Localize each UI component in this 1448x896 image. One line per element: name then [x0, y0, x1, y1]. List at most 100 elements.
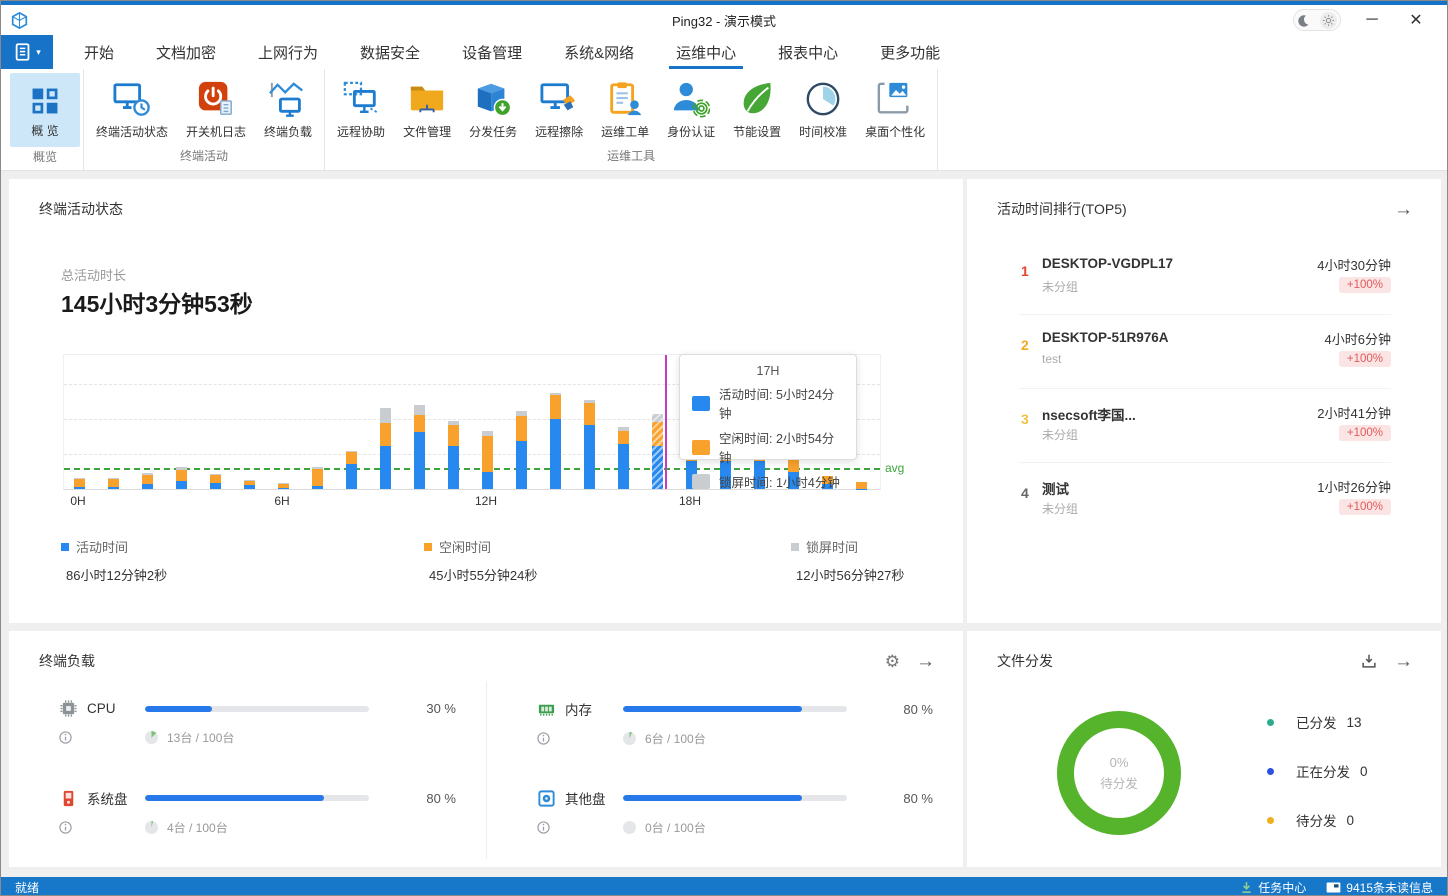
load-item-cpu: CPU30 %13台 / 100台: [9, 681, 486, 770]
ribbon-item-remote-wipe[interactable]: 远程擦除: [526, 73, 592, 144]
minimize-button[interactable]: ─: [1359, 11, 1385, 29]
rank-number: 2: [1021, 337, 1029, 353]
chart-bar-13H[interactable]: [516, 411, 527, 489]
chart-bar-2H[interactable]: [142, 473, 153, 489]
chart-bar-7H[interactable]: [312, 467, 323, 489]
ribbon-item-desktop-personalization[interactable]: 桌面个性化: [856, 73, 934, 144]
chart-bar-12H[interactable]: [482, 431, 493, 489]
dark-mode-icon[interactable]: [1297, 14, 1310, 27]
chart-bar-15H[interactable]: [584, 400, 595, 489]
task-center-button[interactable]: 任务中心: [1240, 879, 1306, 896]
ranking-row[interactable]: 4测试未分组1小时26分钟+100%: [1019, 463, 1391, 536]
statusbar: 就绪 任务中心 9415条未读信息: [1, 877, 1447, 896]
menu-tab-1[interactable]: 文档加密: [135, 35, 237, 69]
chart-bar-9H[interactable]: [380, 408, 391, 489]
terminal-load-icon: [269, 80, 307, 118]
load-mini-pie-icon: [623, 821, 636, 834]
info-icon[interactable]: [59, 821, 72, 834]
load-label: 内存: [565, 699, 623, 719]
ribbon-item-terminal-load[interactable]: 终端负载: [255, 73, 321, 144]
menu-tab-5[interactable]: 系统&网络: [543, 35, 655, 69]
ribbon-item-time-calibration[interactable]: 时间校准: [790, 73, 856, 144]
ribbon-item-identity-auth[interactable]: 身份认证: [658, 73, 724, 144]
light-mode-icon[interactable]: [1320, 12, 1337, 29]
chart-bar-14H[interactable]: [550, 393, 561, 489]
chart-bar-5H[interactable]: [244, 480, 255, 489]
info-icon[interactable]: [59, 731, 72, 744]
chart-bar-1H[interactable]: [108, 478, 119, 489]
chart-bar-3H[interactable]: [176, 467, 187, 489]
load-settings-gear-icon[interactable]: ⚙: [885, 653, 900, 670]
open-dispatch-arrow-icon[interactable]: →: [1394, 652, 1413, 671]
chart-bar-4H[interactable]: [210, 474, 221, 489]
menu-tab-8[interactable]: 更多功能: [859, 35, 961, 69]
dispatch-donut-chart: 0% 待分发: [1057, 711, 1181, 835]
chart-bar-8H[interactable]: [346, 451, 357, 489]
ribbon-item-remote-assist[interactable]: 远程协助: [328, 73, 394, 144]
ranking-row[interactable]: 2DESKTOP-51R976Atest4小时6分钟+100%: [1019, 315, 1391, 389]
close-button[interactable]: ✕: [1403, 10, 1429, 30]
chart-bar-0H[interactable]: [74, 478, 85, 489]
ranking-row[interactable]: 1DESKTOP-VGDPL17未分组4小时30分钟+100%: [1019, 241, 1391, 315]
menu-tab-6[interactable]: 运维中心: [655, 35, 757, 69]
load-percent: 30 %: [426, 701, 456, 716]
terminal-activity-icon: [113, 80, 151, 118]
info-icon[interactable]: [537, 821, 550, 834]
average-label: avg: [885, 461, 904, 475]
ribbon-item-overview-grid[interactable]: 概 览: [10, 73, 80, 147]
open-ranking-arrow-icon[interactable]: →: [1394, 200, 1413, 219]
delta-badge: +100%: [1339, 351, 1391, 367]
ribbon-item-file-manager[interactable]: 文件管理: [394, 73, 460, 144]
ribbon-item-terminal-activity[interactable]: 终端活动状态: [87, 73, 177, 144]
ribbon-item-energy-saving[interactable]: 节能设置: [724, 73, 790, 144]
chart-bar-16H[interactable]: [618, 427, 629, 489]
terminal-group: test: [1042, 352, 1061, 366]
menu-tabs: 开始文档加密上网行为数据安全设备管理系统&网络运维中心报表中心更多功能: [63, 35, 961, 69]
terminal-group: 未分组: [1042, 278, 1078, 295]
chart-bar-10H[interactable]: [414, 405, 425, 489]
menu-tab-0[interactable]: 开始: [63, 35, 135, 69]
unread-messages-button[interactable]: 9415条未读信息: [1326, 879, 1433, 896]
cpu-icon: [59, 699, 79, 718]
chart-bar-23H[interactable]: [856, 482, 867, 489]
legend-item-1: 空闲时间45小时55分钟24秒: [424, 537, 537, 584]
menu-tab-7[interactable]: 报表中心: [757, 35, 859, 69]
dispatch-download-icon[interactable]: [1360, 652, 1378, 670]
tooltip-row: 空闲时间: 2小时54分钟: [692, 428, 844, 466]
info-icon[interactable]: [537, 732, 550, 745]
ribbon-item-power-log[interactable]: 开关机日志: [177, 73, 255, 144]
theme-toggle[interactable]: [1293, 9, 1341, 31]
chart-bar-6H[interactable]: [278, 483, 289, 489]
legend-dot: [1267, 768, 1274, 775]
ribbon-item-dispatch-task[interactable]: 分发任务: [460, 73, 526, 144]
terminal-name: nsecsoft李国...: [1042, 404, 1136, 424]
ribbon-group-label: 运维工具: [328, 146, 934, 170]
chart-bar-17H[interactable]: [652, 414, 663, 489]
terminal-name: DESKTOP-51R976A: [1042, 330, 1169, 345]
dispatch-status-value: 13: [1347, 715, 1362, 730]
open-load-arrow-icon[interactable]: →: [916, 652, 935, 671]
load-label: 系统盘: [87, 788, 145, 808]
app-menu-button[interactable]: ▾: [1, 35, 53, 69]
work-order-icon: [606, 80, 644, 118]
chart-plot-area[interactable]: 17H 活动时间: 5小时24分钟空闲时间: 2小时54分钟锁屏时间: 1小时4…: [63, 354, 881, 490]
menu-tab-4[interactable]: 设备管理: [441, 35, 543, 69]
chart-bar-11H[interactable]: [448, 421, 459, 489]
activity-duration: 4小时30分钟: [1317, 255, 1391, 274]
load-count: 13台 / 100台: [167, 729, 234, 746]
dispatch-task-icon: [474, 80, 512, 118]
load-mini-pie-icon: [145, 821, 158, 834]
ribbon-item-work-order[interactable]: 运维工单: [592, 73, 658, 144]
donut-percent: 0%: [1110, 755, 1129, 770]
activity-chart[interactable]: 17H 活动时间: 5小时24分钟空闲时间: 2小时54分钟锁屏时间: 1小时4…: [63, 354, 879, 488]
ranking-row[interactable]: 3nsecsoft李国...未分组2小时41分钟+100%: [1019, 389, 1391, 463]
dispatch-status-value: 0: [1360, 764, 1368, 779]
app-menu-icon: [13, 42, 33, 62]
time-calibration-icon: [804, 80, 842, 118]
system-disk-icon: [59, 789, 79, 808]
tooltip-row: 锁屏时间: 1小时4分钟: [692, 472, 844, 491]
activity-duration: 2小时41分钟: [1317, 403, 1391, 422]
load-progress-bar: [145, 706, 369, 712]
menu-tab-2[interactable]: 上网行为: [237, 35, 339, 69]
menu-tab-3[interactable]: 数据安全: [339, 35, 441, 69]
